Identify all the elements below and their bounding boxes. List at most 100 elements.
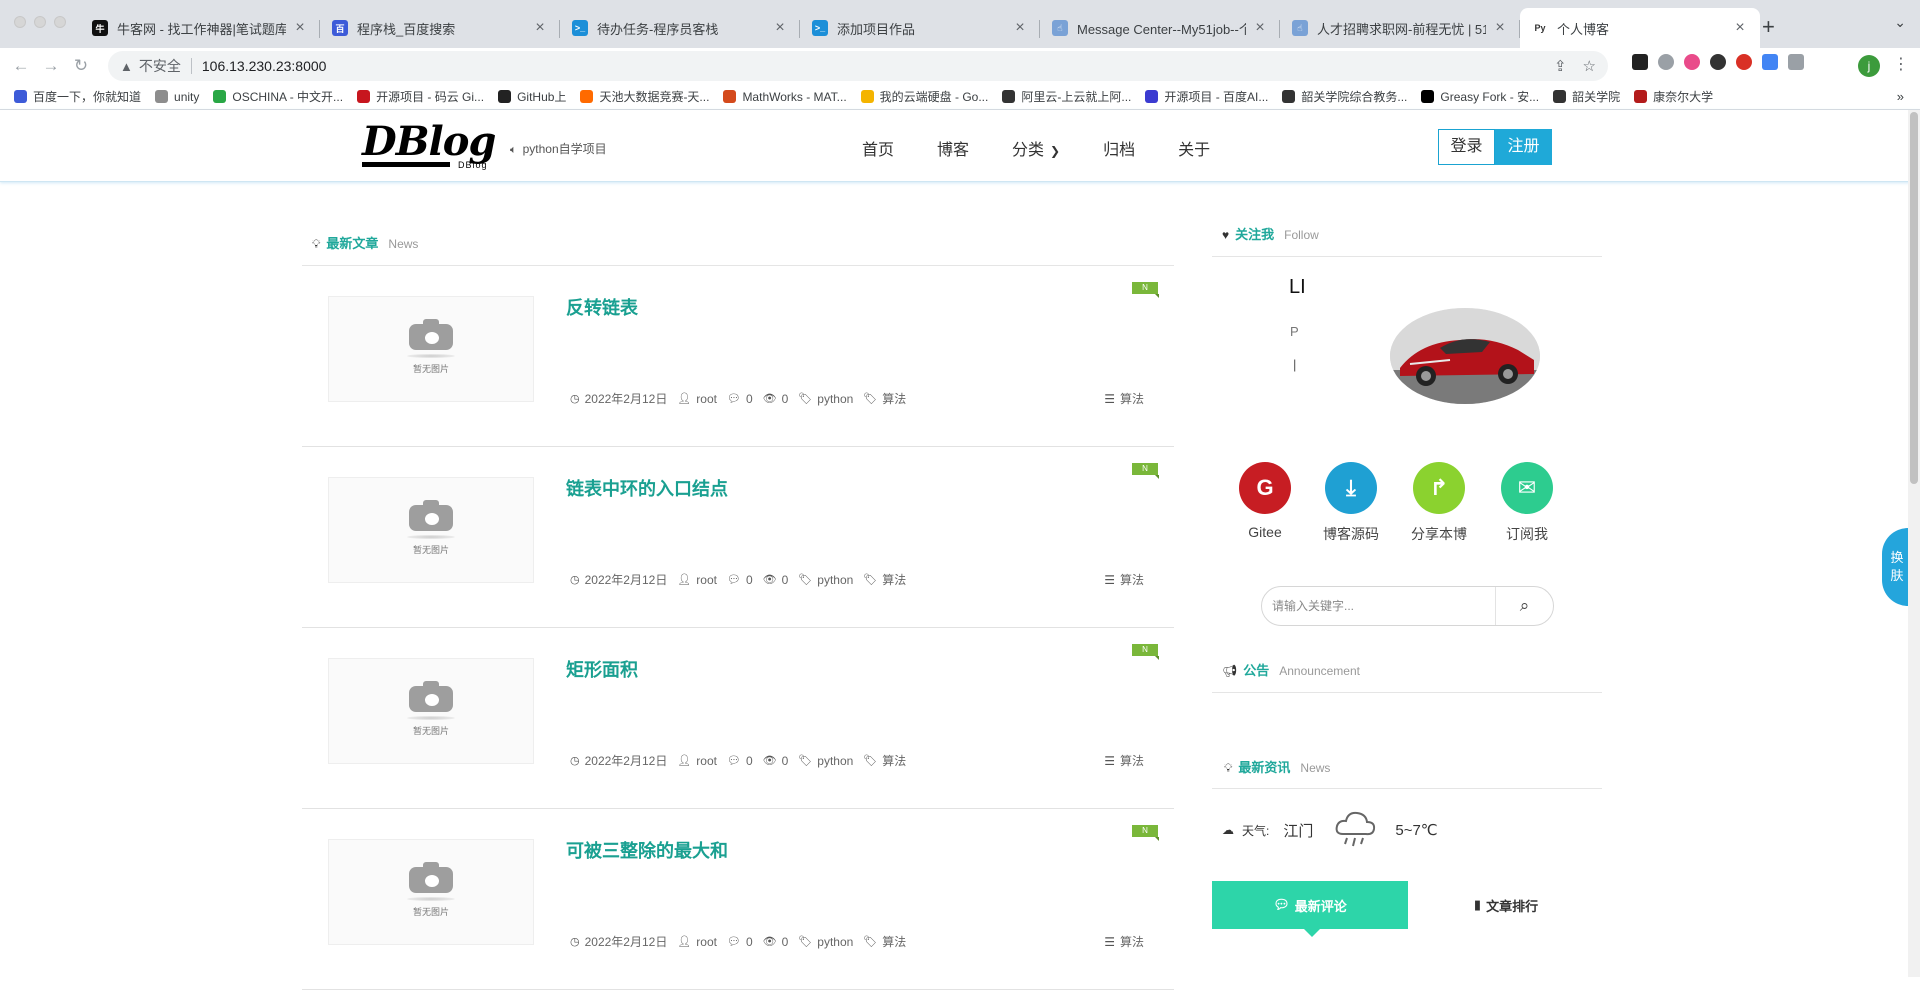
tab-latest-comments[interactable]: 💬︎ 最新评论 bbox=[1212, 881, 1408, 937]
tab-favicon: >_ bbox=[572, 20, 588, 36]
extension-icon[interactable] bbox=[1684, 54, 1700, 70]
social-link-share[interactable]: ↱ 分享本博 bbox=[1399, 462, 1479, 544]
bookmark-item[interactable]: 百度一下，你就知道 bbox=[14, 88, 141, 105]
close-tab-icon[interactable]: × bbox=[1012, 19, 1028, 37]
article-title[interactable]: 链表中环的入口结点 bbox=[566, 475, 728, 501]
bookmark-favicon bbox=[1282, 90, 1296, 103]
nav-item[interactable]: 博客 bbox=[937, 136, 969, 160]
bookmark-item[interactable]: Greasy Fork - 安... bbox=[1421, 88, 1539, 105]
bookmark-item[interactable]: 康奈尔大学 bbox=[1634, 88, 1713, 105]
tab-search-chevron-icon[interactable]: ⌄ bbox=[1894, 14, 1906, 31]
login-button[interactable]: 登录 bbox=[1438, 129, 1495, 165]
tag-icon: 🏷︎ bbox=[798, 393, 813, 405]
window-controls[interactable] bbox=[14, 16, 66, 28]
browser-tab[interactable]: >_ 待办任务-程序员客栈 × bbox=[560, 8, 800, 48]
article-thumbnail[interactable]: 暂无图片 bbox=[328, 296, 534, 402]
bookmark-item[interactable]: GitHub上 bbox=[498, 88, 566, 105]
bookmark-item[interactable]: unity bbox=[155, 90, 199, 104]
extension-icon[interactable] bbox=[1658, 54, 1674, 70]
extensions-area bbox=[1632, 54, 1804, 70]
adblock-icon[interactable] bbox=[1736, 54, 1752, 70]
back-button[interactable]: ← bbox=[6, 56, 36, 76]
lightbulb-icon: 💡︎ bbox=[312, 237, 321, 251]
site-logo[interactable]: DBlog DBlog bbox=[362, 120, 496, 170]
browser-tab[interactable]: ☝ Message Center--My51job--个人中心 × bbox=[1040, 8, 1280, 48]
search-input[interactable] bbox=[1272, 595, 1492, 617]
translate-icon[interactable] bbox=[1762, 54, 1778, 70]
nav-item[interactable]: 分类 ❯ bbox=[1012, 136, 1060, 160]
article-thumbnail[interactable]: 暂无图片 bbox=[328, 658, 534, 764]
bookmarks-overflow-icon[interactable]: » bbox=[1897, 89, 1904, 104]
profile-car-image bbox=[1390, 308, 1540, 404]
search-box: ⌕ bbox=[1261, 586, 1554, 626]
search-button[interactable]: ⌕ bbox=[1495, 587, 1553, 625]
close-tab-icon[interactable]: × bbox=[772, 19, 788, 37]
tab-title: 待办任务-程序员客栈 bbox=[597, 21, 719, 37]
close-tab-icon[interactable]: × bbox=[292, 19, 308, 37]
bookmark-item[interactable]: 韶关学院综合教务... bbox=[1282, 88, 1407, 105]
page-scrollbar[interactable] bbox=[1908, 110, 1920, 977]
reload-button[interactable]: ↻ bbox=[66, 56, 96, 76]
nav-item[interactable]: 首页 bbox=[862, 136, 894, 160]
browser-tab[interactable]: Py 个人博客 × bbox=[1520, 8, 1760, 48]
bookmark-favicon bbox=[860, 90, 874, 103]
user-icon: 👤︎ bbox=[677, 755, 692, 767]
article-category[interactable]: ☰ 算法 bbox=[1104, 752, 1144, 769]
article-thumbnail[interactable]: 暂无图片 bbox=[328, 839, 534, 945]
profile-avatar[interactable]: j bbox=[1858, 55, 1880, 77]
bookmark-item[interactable]: 开源项目 - 百度AI... bbox=[1145, 88, 1268, 105]
register-button[interactable]: 注册 bbox=[1495, 129, 1552, 165]
forward-button[interactable]: → bbox=[36, 56, 66, 76]
article-title[interactable]: 反转链表 bbox=[566, 294, 638, 320]
close-tab-icon[interactable]: × bbox=[1732, 19, 1748, 37]
scrollbar-thumb[interactable] bbox=[1910, 112, 1918, 484]
article-title[interactable]: 矩形面积 bbox=[566, 656, 638, 682]
bookmark-item[interactable]: 开源项目 - 码云 Gi... bbox=[357, 88, 484, 105]
nav-item[interactable]: 归档 bbox=[1103, 136, 1135, 160]
article-title[interactable]: 可被三整除的最大和 bbox=[566, 837, 728, 863]
bookmark-item[interactable]: 韶关学院 bbox=[1553, 88, 1620, 105]
bookmark-favicon bbox=[213, 90, 227, 103]
comment-icon: 💬︎ bbox=[726, 755, 741, 767]
tab-list: 牛牛客网 - 找工作神器|笔试题库|面试经验|实习招聘内推 × 百程序栈_百度搜索 ×… bbox=[80, 8, 1860, 48]
browser-tab[interactable]: ☝ 人才招聘求职网-前程无忧 | 51job × bbox=[1280, 8, 1520, 48]
profile-cursor: | bbox=[1293, 357, 1297, 372]
social-link-gitee[interactable]: G Gitee bbox=[1225, 462, 1305, 540]
bookmark-favicon bbox=[1553, 90, 1567, 103]
url-text[interactable]: 106.13.230.23:8000 bbox=[202, 58, 327, 74]
article-category[interactable]: ☰ 算法 bbox=[1104, 933, 1144, 950]
browser-tab[interactable]: 百程序栈_百度搜索 × bbox=[320, 8, 560, 48]
bookmark-favicon bbox=[498, 90, 512, 103]
close-tab-icon[interactable]: × bbox=[532, 19, 548, 37]
close-tab-icon[interactable]: × bbox=[1252, 19, 1268, 37]
article-category[interactable]: ☰ 算法 bbox=[1104, 390, 1144, 407]
new-flag-badge: N bbox=[1132, 644, 1159, 660]
share-page-icon[interactable]: ⇪ bbox=[1554, 57, 1567, 75]
bookmark-item[interactable]: MathWorks - MAT... bbox=[723, 90, 847, 104]
bookmark-star-icon[interactable]: ☆ bbox=[1583, 57, 1596, 75]
extension-icon[interactable] bbox=[1710, 54, 1726, 70]
eye-icon: 👁︎ bbox=[762, 393, 777, 405]
article-category[interactable]: ☰ 算法 bbox=[1104, 571, 1144, 588]
bookmark-item[interactable]: 阿里云-上云就上阿... bbox=[1002, 88, 1131, 105]
nav-item[interactable]: 关于 bbox=[1178, 136, 1210, 160]
address-bar[interactable]: ▲ 不安全 106.13.230.23:8000 ⇪ ☆ bbox=[108, 51, 1608, 81]
new-tab-button[interactable]: + bbox=[1762, 14, 1775, 40]
social-link-download[interactable]: ⤓ 博客源码 bbox=[1311, 462, 1391, 544]
site-slogan: 🔈︎ python自学项目 bbox=[510, 142, 607, 156]
social-link-mail[interactable]: ✉ 订阅我 bbox=[1487, 462, 1567, 544]
article-thumbnail[interactable]: 暂无图片 bbox=[328, 477, 534, 583]
main-nav: 首页 博客 分类 ❯ 归档 关于 bbox=[862, 136, 1210, 160]
extension-icon[interactable] bbox=[1632, 54, 1648, 70]
bookmark-item[interactable]: 天池大数据竞赛-天... bbox=[580, 88, 709, 105]
bookmark-item[interactable]: OSCHINA - 中文开... bbox=[213, 88, 343, 105]
close-tab-icon[interactable]: × bbox=[1492, 19, 1508, 37]
browser-tab[interactable]: 牛牛客网 - 找工作神器|笔试题库|面试经验|实习招聘内推 × bbox=[80, 8, 320, 48]
speaker-icon: 🔈︎ bbox=[510, 144, 517, 156]
bookmark-item[interactable]: 我的云端硬盘 - Go... bbox=[860, 88, 988, 105]
puzzle-icon[interactable] bbox=[1788, 54, 1804, 70]
tab-article-ranking[interactable]: ▮ 文章排行 bbox=[1408, 881, 1604, 929]
tab-favicon: ☝ bbox=[1292, 20, 1308, 36]
browser-tab[interactable]: >_ 添加项目作品 × bbox=[800, 8, 1040, 48]
browser-menu-icon[interactable]: ⋮ bbox=[1893, 54, 1909, 74]
